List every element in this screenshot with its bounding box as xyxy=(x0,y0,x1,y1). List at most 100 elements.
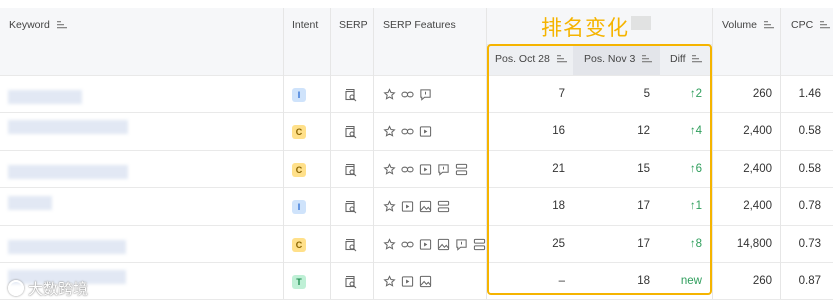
serp-features-list xyxy=(383,238,486,252)
video-icon xyxy=(419,125,432,138)
volume-cell: 2,400 xyxy=(743,124,772,137)
column-header-label: Volume xyxy=(722,19,758,31)
image-icon xyxy=(419,275,432,288)
review-icon xyxy=(419,88,432,101)
column-header-serp-features[interactable]: SERP Features xyxy=(383,19,456,31)
column-header-label: Pos. Nov 3 xyxy=(584,53,636,65)
position-diff-cell: ↑1 xyxy=(689,199,702,212)
sort-icon xyxy=(642,55,653,63)
position-nov-3-cell: 5 xyxy=(643,87,650,100)
sitelinks-icon xyxy=(455,163,468,176)
serp-features-list xyxy=(383,125,432,139)
column-header-diff[interactable]: Diff xyxy=(670,53,703,65)
column-header-intent[interactable]: Intent xyxy=(292,19,318,31)
volume-cell: 2,400 xyxy=(743,199,772,212)
keyword-cell-blurred[interactable] xyxy=(8,90,82,104)
video-icon xyxy=(419,238,432,251)
cpc-cell: 1.46 xyxy=(798,87,821,100)
link-icon xyxy=(401,125,414,138)
position-diff-cell: ↑8 xyxy=(689,237,702,250)
position-diff-cell: ↑6 xyxy=(689,162,702,175)
annotation-title: 排名变化 xyxy=(541,16,629,40)
volume-cell: 260 xyxy=(752,87,772,100)
star-icon xyxy=(383,88,396,101)
star-icon xyxy=(383,125,396,138)
divider xyxy=(0,187,833,188)
position-nov-3-cell: 15 xyxy=(637,162,650,175)
divider xyxy=(0,75,833,76)
annotation-marker xyxy=(631,16,651,30)
keyword-cell-blurred[interactable] xyxy=(8,120,128,134)
link-icon xyxy=(401,238,414,251)
cpc-cell: 0.58 xyxy=(798,124,821,137)
column-header-pos-nov-3[interactable]: Pos. Nov 3 xyxy=(584,53,653,65)
serp-snapshot-icon[interactable] xyxy=(344,88,358,102)
review-icon xyxy=(455,238,468,251)
position-nov-3-cell: 17 xyxy=(637,199,650,212)
volume-cell: 2,400 xyxy=(743,162,772,175)
star-icon xyxy=(383,200,396,213)
divider xyxy=(0,150,833,151)
watermark-logo-icon xyxy=(8,280,24,296)
intent-badge: I xyxy=(292,87,306,102)
intent-badge: C xyxy=(292,237,306,252)
position-oct-28-cell: 16 xyxy=(552,124,565,137)
review-icon xyxy=(437,163,450,176)
column-header-cpc[interactable]: CPC xyxy=(791,19,831,31)
sort-icon xyxy=(692,55,703,63)
video-icon xyxy=(419,163,432,176)
divider xyxy=(486,8,487,299)
image-icon xyxy=(437,238,450,251)
serp-snapshot-icon[interactable] xyxy=(344,125,358,139)
position-diff-cell: ↑2 xyxy=(689,87,702,100)
divider xyxy=(0,112,833,113)
sort-icon xyxy=(56,21,67,29)
position-nov-3-cell: 12 xyxy=(637,124,650,137)
keyword-cell-blurred[interactable] xyxy=(8,196,52,210)
serp-snapshot-icon[interactable] xyxy=(344,238,358,252)
intent-badge: T xyxy=(292,274,306,289)
keyword-cell-blurred[interactable] xyxy=(8,165,128,179)
keyword-cell-blurred[interactable] xyxy=(8,240,126,254)
sort-icon xyxy=(556,55,567,63)
column-header-keyword[interactable]: Keyword xyxy=(9,19,67,31)
column-header-label: Keyword xyxy=(9,19,50,31)
serp-features-list xyxy=(383,88,432,102)
column-header-label: Diff xyxy=(670,53,686,65)
position-oct-28-cell: – xyxy=(558,274,565,287)
position-oct-28-cell: 7 xyxy=(558,87,565,100)
video-icon xyxy=(401,275,414,288)
sitelinks-icon xyxy=(473,238,486,251)
star-icon xyxy=(383,163,396,176)
sort-icon xyxy=(820,21,831,29)
volume-cell: 260 xyxy=(752,274,772,287)
intent-badge: I xyxy=(292,199,306,214)
position-oct-28-cell: 25 xyxy=(552,237,565,250)
position-nov-3-cell: 17 xyxy=(637,237,650,250)
column-header-volume[interactable]: Volume xyxy=(722,19,774,31)
keyword-table xyxy=(0,0,833,303)
serp-snapshot-icon[interactable] xyxy=(344,275,358,289)
serp-snapshot-icon[interactable] xyxy=(344,200,358,214)
video-icon xyxy=(401,200,414,213)
sitelinks-icon xyxy=(437,200,450,213)
divider xyxy=(330,8,331,299)
column-header-label: CPC xyxy=(791,19,814,31)
intent-badge: C xyxy=(292,162,306,177)
watermark-text: 大数跨境 xyxy=(28,280,89,298)
serp-snapshot-icon[interactable] xyxy=(344,163,358,177)
divider xyxy=(487,44,712,45)
position-oct-28-cell: 18 xyxy=(552,199,565,212)
cpc-cell: 0.58 xyxy=(798,162,821,175)
column-header-pos-oct-28[interactable]: Pos. Oct 28 xyxy=(495,53,567,65)
link-icon xyxy=(401,163,414,176)
serp-features-list xyxy=(383,275,432,289)
column-header-serp[interactable]: SERP xyxy=(339,19,368,31)
divider xyxy=(780,8,781,299)
intent-badge: C xyxy=(292,124,306,139)
link-icon xyxy=(401,88,414,101)
column-header-label: Pos. Oct 28 xyxy=(495,53,550,65)
position-diff-cell: new xyxy=(680,274,702,287)
divider xyxy=(0,299,833,300)
serp-features-list xyxy=(383,163,468,177)
